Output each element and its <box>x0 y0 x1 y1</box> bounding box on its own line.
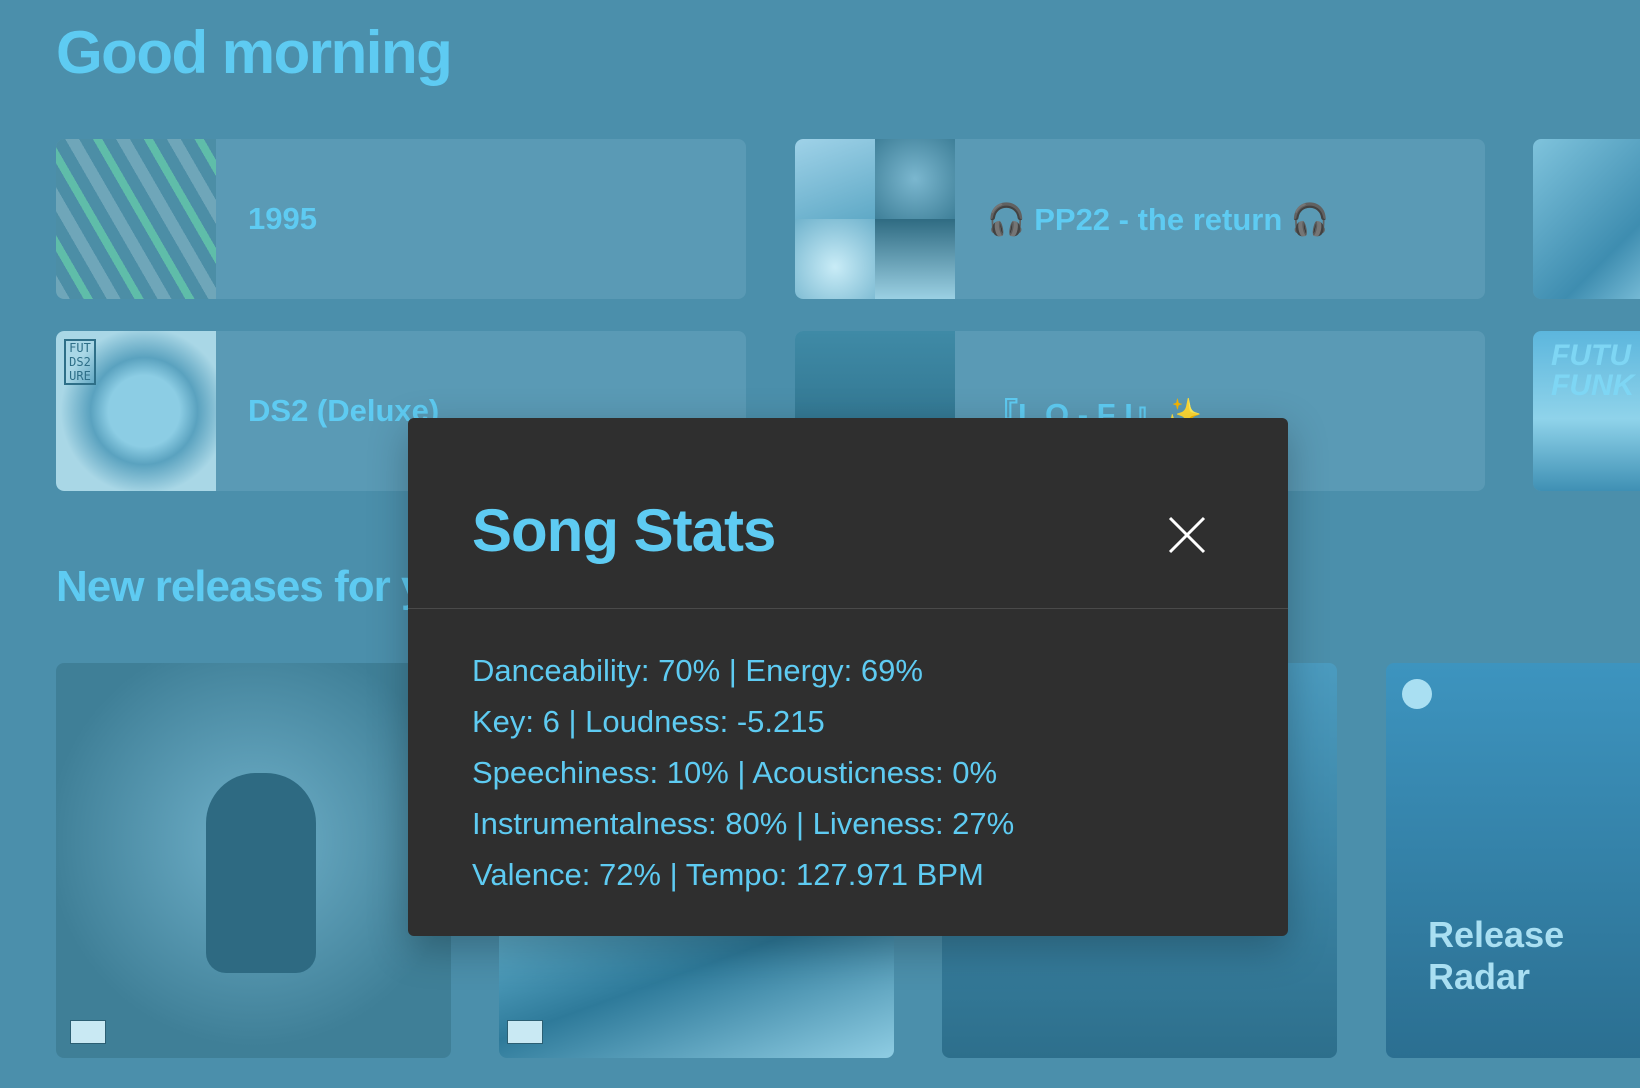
modal-title: Song Stats <box>472 497 776 564</box>
home-page: Good morning 1995 🎧 PP22 - the return 🎧 … <box>0 0 1640 1088</box>
modal-header: Song Stats <box>408 418 1288 609</box>
close-button[interactable] <box>1162 510 1212 560</box>
modal-body: Danceability: 70% | Energy: 69% Key: 6 |… <box>408 609 1288 900</box>
stat-line-valence-tempo: Valence: 72% | Tempo: 127.971 BPM <box>472 857 984 892</box>
stat-line-instrumentalness-liveness: Instrumentalness: 80% | Liveness: 27% <box>472 806 1015 841</box>
stat-line-danceability-energy: Danceability: 70% | Energy: 69% <box>472 653 923 688</box>
stat-line-speechiness-acousticness: Speechiness: 10% | Acousticness: 0% <box>472 755 998 790</box>
close-icon <box>1168 516 1206 554</box>
stat-line-key-loudness: Key: 6 | Loudness: -5.215 <box>472 704 825 739</box>
song-stats-modal: Song Stats Danceability: 70% | Energy: 6… <box>408 418 1288 936</box>
